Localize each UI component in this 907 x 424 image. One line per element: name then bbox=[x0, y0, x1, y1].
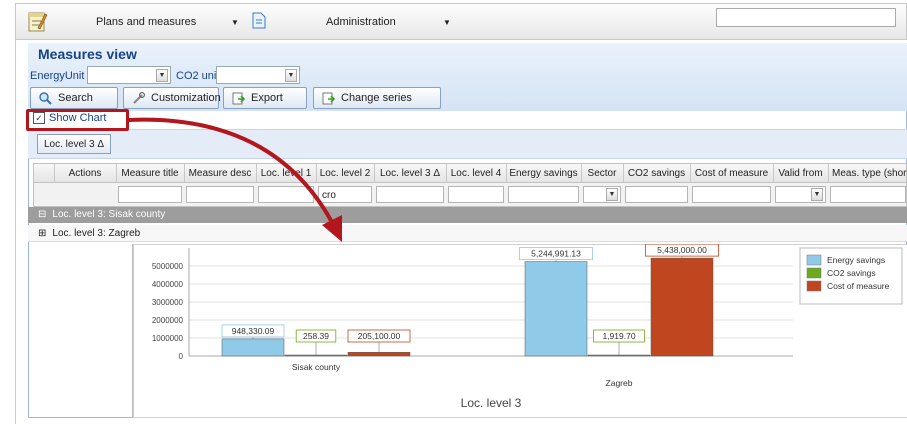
data-label: 5,244,991.13 bbox=[531, 249, 581, 259]
menu-plans-and-measures[interactable]: Plans and measures bbox=[96, 7, 196, 37]
bar-energy-savings bbox=[221, 338, 285, 357]
energy-unit-label: EnergyUnit bbox=[30, 70, 85, 82]
column-header-meas-type[interactable]: Meas. type (short bbox=[828, 164, 907, 184]
column-header-loc-level-3[interactable]: Loc. level 3 Δ bbox=[374, 164, 447, 184]
group-row-sisak-county[interactable]: ⊟ Loc. level 3: Sisak county bbox=[28, 207, 907, 223]
bar-cost-of-measure bbox=[347, 352, 411, 357]
grid-filter-row: cro ▼ ▼ bbox=[33, 183, 907, 207]
chevron-down-icon[interactable]: ▼ bbox=[443, 7, 451, 37]
filter-loc-level-1[interactable] bbox=[258, 186, 314, 203]
top-search-input[interactable] bbox=[716, 8, 896, 27]
search-button[interactable]: Search bbox=[30, 87, 118, 109]
column-header-co2-savings[interactable]: CO2 savings bbox=[623, 164, 691, 184]
export-button-label: Export bbox=[251, 92, 283, 104]
y-tick-label: 3000000 bbox=[152, 298, 184, 307]
legend-swatch bbox=[806, 254, 822, 266]
expand-icon[interactable]: ⊞ bbox=[38, 228, 46, 239]
legend-label: Cost of measure bbox=[827, 281, 890, 291]
filter-valid-from[interactable]: ▼ bbox=[775, 186, 826, 203]
group-chip-loc-level-3[interactable]: Loc. level 3 Δ bbox=[37, 134, 112, 154]
data-label: 5,438,000.00 bbox=[657, 245, 707, 255]
annotation-highlight-box bbox=[26, 109, 129, 131]
chevron-down-icon[interactable]: ▼ bbox=[285, 69, 297, 82]
bar-co2-savings bbox=[284, 354, 348, 357]
menu-administration-label: Administration bbox=[326, 16, 396, 28]
column-header-valid-from[interactable]: Valid from bbox=[773, 164, 829, 184]
column-header-measure-title[interactable]: Measure title bbox=[116, 164, 185, 184]
filter-measure-title[interactable] bbox=[118, 186, 182, 203]
legend-swatch bbox=[806, 267, 822, 279]
y-tick-label: 4000000 bbox=[152, 280, 184, 289]
left-frame bbox=[15, 40, 28, 424]
data-label: 205,100.00 bbox=[358, 331, 401, 341]
filter-cost-of-measure[interactable] bbox=[692, 186, 771, 203]
y-tick-label: 1000000 bbox=[152, 334, 184, 343]
collapse-icon[interactable]: ⊟ bbox=[38, 209, 46, 220]
bar-energy-savings bbox=[524, 261, 588, 357]
filter-loc-level-3[interactable] bbox=[376, 186, 444, 203]
group-by-bar bbox=[28, 129, 907, 159]
data-label: 948,330.09 bbox=[232, 326, 275, 336]
y-tick-label: 0 bbox=[179, 352, 184, 361]
export-button[interactable]: Export bbox=[223, 87, 307, 109]
y-tick-label: 2000000 bbox=[152, 316, 184, 325]
x-tick-label: Zagreb bbox=[606, 378, 633, 388]
x-tick-label: Sisak county bbox=[292, 362, 341, 372]
filter-loc-level-4[interactable] bbox=[448, 186, 504, 203]
chevron-down-icon[interactable]: ▼ bbox=[156, 69, 168, 82]
co2-unit-label: CO2 unit bbox=[176, 70, 220, 82]
group-row-label: Loc. level 3: Sisak county bbox=[52, 209, 166, 220]
column-header-cost-of-measure[interactable]: Cost of measure bbox=[690, 164, 774, 184]
data-label: 258.39 bbox=[303, 331, 329, 341]
legend-label: Energy savings bbox=[827, 255, 885, 265]
column-header-rownum bbox=[34, 164, 55, 184]
filter-meas-type[interactable] bbox=[830, 186, 906, 203]
chevron-down-icon[interactable]: ▼ bbox=[811, 188, 823, 201]
chart-area: 0 1000000 2000000 3000000 4000000 5000000 948,… bbox=[132, 244, 907, 418]
filter-energy-savings[interactable] bbox=[508, 186, 579, 203]
column-header-measure-desc[interactable]: Measure desc bbox=[184, 164, 257, 184]
customization-button-label: Customization bbox=[151, 92, 221, 104]
grid-header: Actions Measure title Measure desc Loc. … bbox=[33, 163, 907, 184]
bar-cost-of-measure bbox=[650, 257, 714, 357]
filter-co2-savings[interactable] bbox=[625, 186, 688, 203]
change-series-button-label: Change series bbox=[341, 92, 412, 104]
menu-administration[interactable]: Administration bbox=[326, 7, 396, 37]
group-chip-label: Loc. level 3 Δ bbox=[44, 138, 105, 150]
page-title: Measures view bbox=[38, 46, 137, 62]
export-icon bbox=[322, 92, 336, 105]
column-header-sector[interactable]: Sector bbox=[581, 164, 624, 184]
y-tick-label: 5000000 bbox=[152, 262, 184, 271]
x-axis-title: Loc. level 3 bbox=[461, 396, 522, 410]
bar-chart: 0 1000000 2000000 3000000 4000000 5000000 948,… bbox=[133, 244, 907, 418]
column-header-loc-level-4[interactable]: Loc. level 4 bbox=[446, 164, 507, 184]
change-series-button[interactable]: Change series bbox=[313, 87, 441, 109]
data-label: 1,919.70 bbox=[602, 331, 635, 341]
column-header-loc-level-2[interactable]: Loc. level 2 bbox=[316, 164, 375, 184]
group-row-zagreb[interactable]: ⊞ Loc. level 3: Zagreb bbox=[28, 225, 907, 242]
customization-button[interactable]: Customization bbox=[123, 87, 221, 109]
filter-loc-level-2[interactable]: cro bbox=[318, 186, 372, 203]
export-icon bbox=[232, 92, 246, 105]
co2-unit-select[interactable]: ▼ bbox=[216, 66, 300, 84]
column-header-loc-level-1[interactable]: Loc. level 1 bbox=[256, 164, 317, 184]
search-icon bbox=[39, 91, 52, 105]
menu-plans-label: Plans and measures bbox=[96, 16, 197, 28]
chevron-down-icon[interactable]: ▼ bbox=[606, 188, 618, 201]
search-button-label: Search bbox=[58, 92, 93, 104]
filter-measure-desc[interactable] bbox=[186, 186, 254, 203]
bar-co2-savings bbox=[587, 354, 651, 357]
notepad-icon[interactable] bbox=[26, 8, 48, 34]
chevron-down-icon[interactable]: ▼ bbox=[231, 7, 239, 37]
group-row-label: Loc. level 3: Zagreb bbox=[52, 228, 141, 239]
legend-swatch bbox=[806, 280, 822, 292]
column-header-actions[interactable]: Actions bbox=[54, 164, 117, 184]
filter-sector[interactable]: ▼ bbox=[583, 186, 621, 203]
energy-unit-select[interactable]: ▼ bbox=[87, 66, 171, 84]
legend-label: CO2 savings bbox=[827, 268, 876, 278]
tools-icon bbox=[132, 91, 146, 105]
column-header-energy-savings[interactable]: Energy savings bbox=[506, 164, 582, 184]
document-icon[interactable] bbox=[252, 12, 266, 29]
